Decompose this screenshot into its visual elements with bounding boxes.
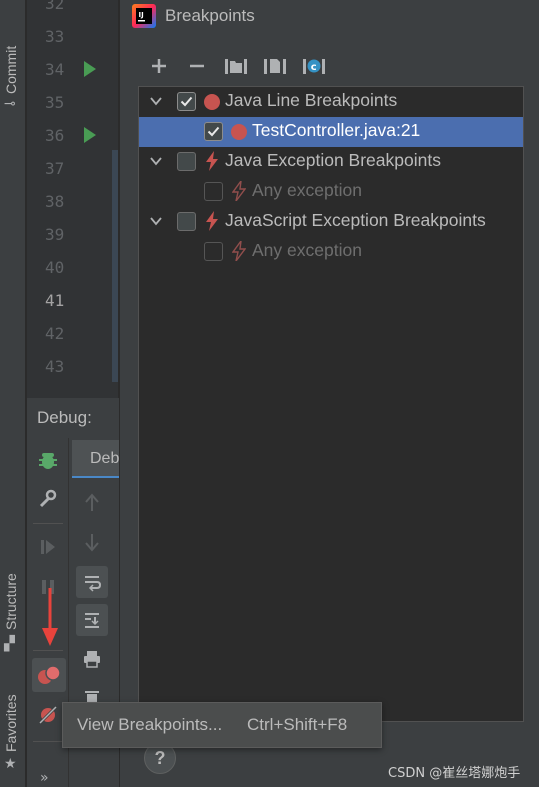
tree-group-javascript-exception[interactable]: JavaScript Exception Breakpoints — [139, 207, 523, 237]
line-number: 35 — [45, 93, 65, 112]
breakpoint-icon — [231, 124, 247, 140]
breakpoints-tree: Java Line Breakpoints TestController.jav… — [138, 86, 524, 722]
line-number: 43 — [45, 357, 65, 376]
tree-item-label: Java Exception Breakpoints — [225, 150, 441, 170]
checkbox[interactable] — [177, 92, 196, 111]
run-gutter-icon[interactable] — [84, 127, 96, 143]
commit-icon[interactable]: ⊸ — [4, 96, 16, 112]
tree-item-label: Any exception — [252, 180, 362, 200]
lightning-icon — [206, 211, 218, 231]
line-number: 38 — [45, 192, 65, 211]
watermark: CSDN @崔丝塔娜炮手 — [388, 766, 521, 781]
resume-icon[interactable] — [35, 534, 61, 560]
toolbar-divider — [33, 650, 63, 651]
debug-title: Debug: — [37, 408, 92, 427]
tooltip-shortcut: Ctrl+Shift+F8 — [247, 715, 348, 734]
tree-item-any-exception[interactable]: Any exception — [139, 237, 523, 267]
view-breakpoints-button[interactable] — [32, 658, 66, 692]
tree-item-any-exception[interactable]: Any exception — [139, 177, 523, 207]
svg-text:c: c — [311, 62, 317, 73]
tab-debugger[interactable]: Debugger — [72, 440, 119, 478]
left-tool-strip: ⊸ Commit ▞ Structure ★ Favorites — [0, 0, 26, 787]
toolbar-divider — [33, 741, 63, 742]
group-class-icon[interactable]: c — [301, 54, 327, 78]
scroll-to-end-button[interactable] — [76, 604, 108, 636]
tree-item-label: Any exception — [252, 240, 362, 260]
run-gutter-icon[interactable] — [84, 61, 96, 77]
tree-item-label: Java Line Breakpoints — [225, 90, 398, 110]
tree-group-java-exception[interactable]: Java Exception Breakpoints — [139, 147, 523, 177]
view-breakpoints-tooltip: View Breakpoints... Ctrl+Shift+F8 — [62, 702, 382, 748]
arrow-down-icon[interactable] — [79, 529, 105, 555]
current-line-number: 41 — [45, 291, 65, 310]
more-toolbar-icon[interactable]: » — [40, 770, 49, 786]
tooltip-label: View Breakpoints... — [77, 715, 223, 734]
mute-breakpoints-icon[interactable] — [35, 702, 61, 728]
print-icon[interactable] — [79, 646, 105, 672]
line-number: 36 — [45, 126, 65, 145]
svg-text:IJ: IJ — [139, 11, 144, 19]
line-number: 42 — [45, 324, 65, 343]
checkbox[interactable] — [204, 242, 223, 261]
chevron-down-icon[interactable] — [149, 94, 163, 108]
chevron-down-icon[interactable] — [149, 154, 163, 168]
chevron-down-icon[interactable] — [149, 214, 163, 228]
dialog-title: Breakpoints — [165, 6, 255, 25]
tree-item-label: JavaScript Exception Breakpoints — [225, 210, 486, 230]
intellij-logo-icon: IJ — [132, 4, 156, 28]
breakpoints-dialog: IJ Breakpoints c Java Line Breakpoints T… — [119, 0, 539, 787]
annotation-arrow — [42, 588, 58, 646]
toolbar-divider — [33, 523, 63, 524]
editor-gutter: 32 33 34 35 36 37 38 39 40 41 42 43 — [27, 0, 118, 398]
commit-tab[interactable]: Commit — [3, 46, 19, 94]
remove-icon[interactable] — [186, 54, 208, 78]
line-number: 32 — [45, 0, 65, 13]
line-number: 33 — [45, 27, 65, 46]
wrench-icon[interactable] — [35, 486, 61, 512]
tree-item-label: TestController.java:21 — [252, 120, 421, 140]
structure-icon[interactable]: ▞ — [4, 636, 15, 652]
editor-area-strip — [112, 150, 118, 382]
debug-panel-header: Debug: — [27, 398, 119, 438]
add-icon[interactable] — [148, 54, 170, 78]
tab-debugger-label: Debugger — [90, 450, 119, 467]
lightning-icon — [232, 241, 246, 261]
checkbox[interactable] — [177, 212, 196, 231]
line-number: 39 — [45, 225, 65, 244]
debug-bug-icon[interactable] — [35, 448, 61, 474]
line-number: 37 — [45, 159, 65, 178]
tree-group-java-line[interactable]: Java Line Breakpoints — [139, 87, 523, 117]
group-folder-icon[interactable] — [223, 54, 249, 78]
structure-tab[interactable]: Structure — [3, 573, 19, 630]
soft-wrap-button[interactable] — [76, 566, 108, 598]
favorites-star-icon[interactable]: ★ — [4, 756, 17, 772]
checkbox[interactable] — [177, 152, 196, 171]
group-file-icon[interactable] — [262, 54, 288, 78]
line-number: 40 — [45, 258, 65, 277]
line-number: 34 — [45, 60, 65, 79]
arrow-up-icon[interactable] — [79, 490, 105, 516]
lightning-icon — [206, 151, 218, 171]
checkbox[interactable] — [204, 122, 223, 141]
lightning-icon — [232, 181, 246, 201]
breakpoint-icon — [204, 94, 220, 110]
checkbox[interactable] — [204, 182, 223, 201]
tree-item-testcontroller[interactable]: TestController.java:21 — [139, 117, 523, 147]
favorites-tab[interactable]: Favorites — [3, 694, 19, 752]
